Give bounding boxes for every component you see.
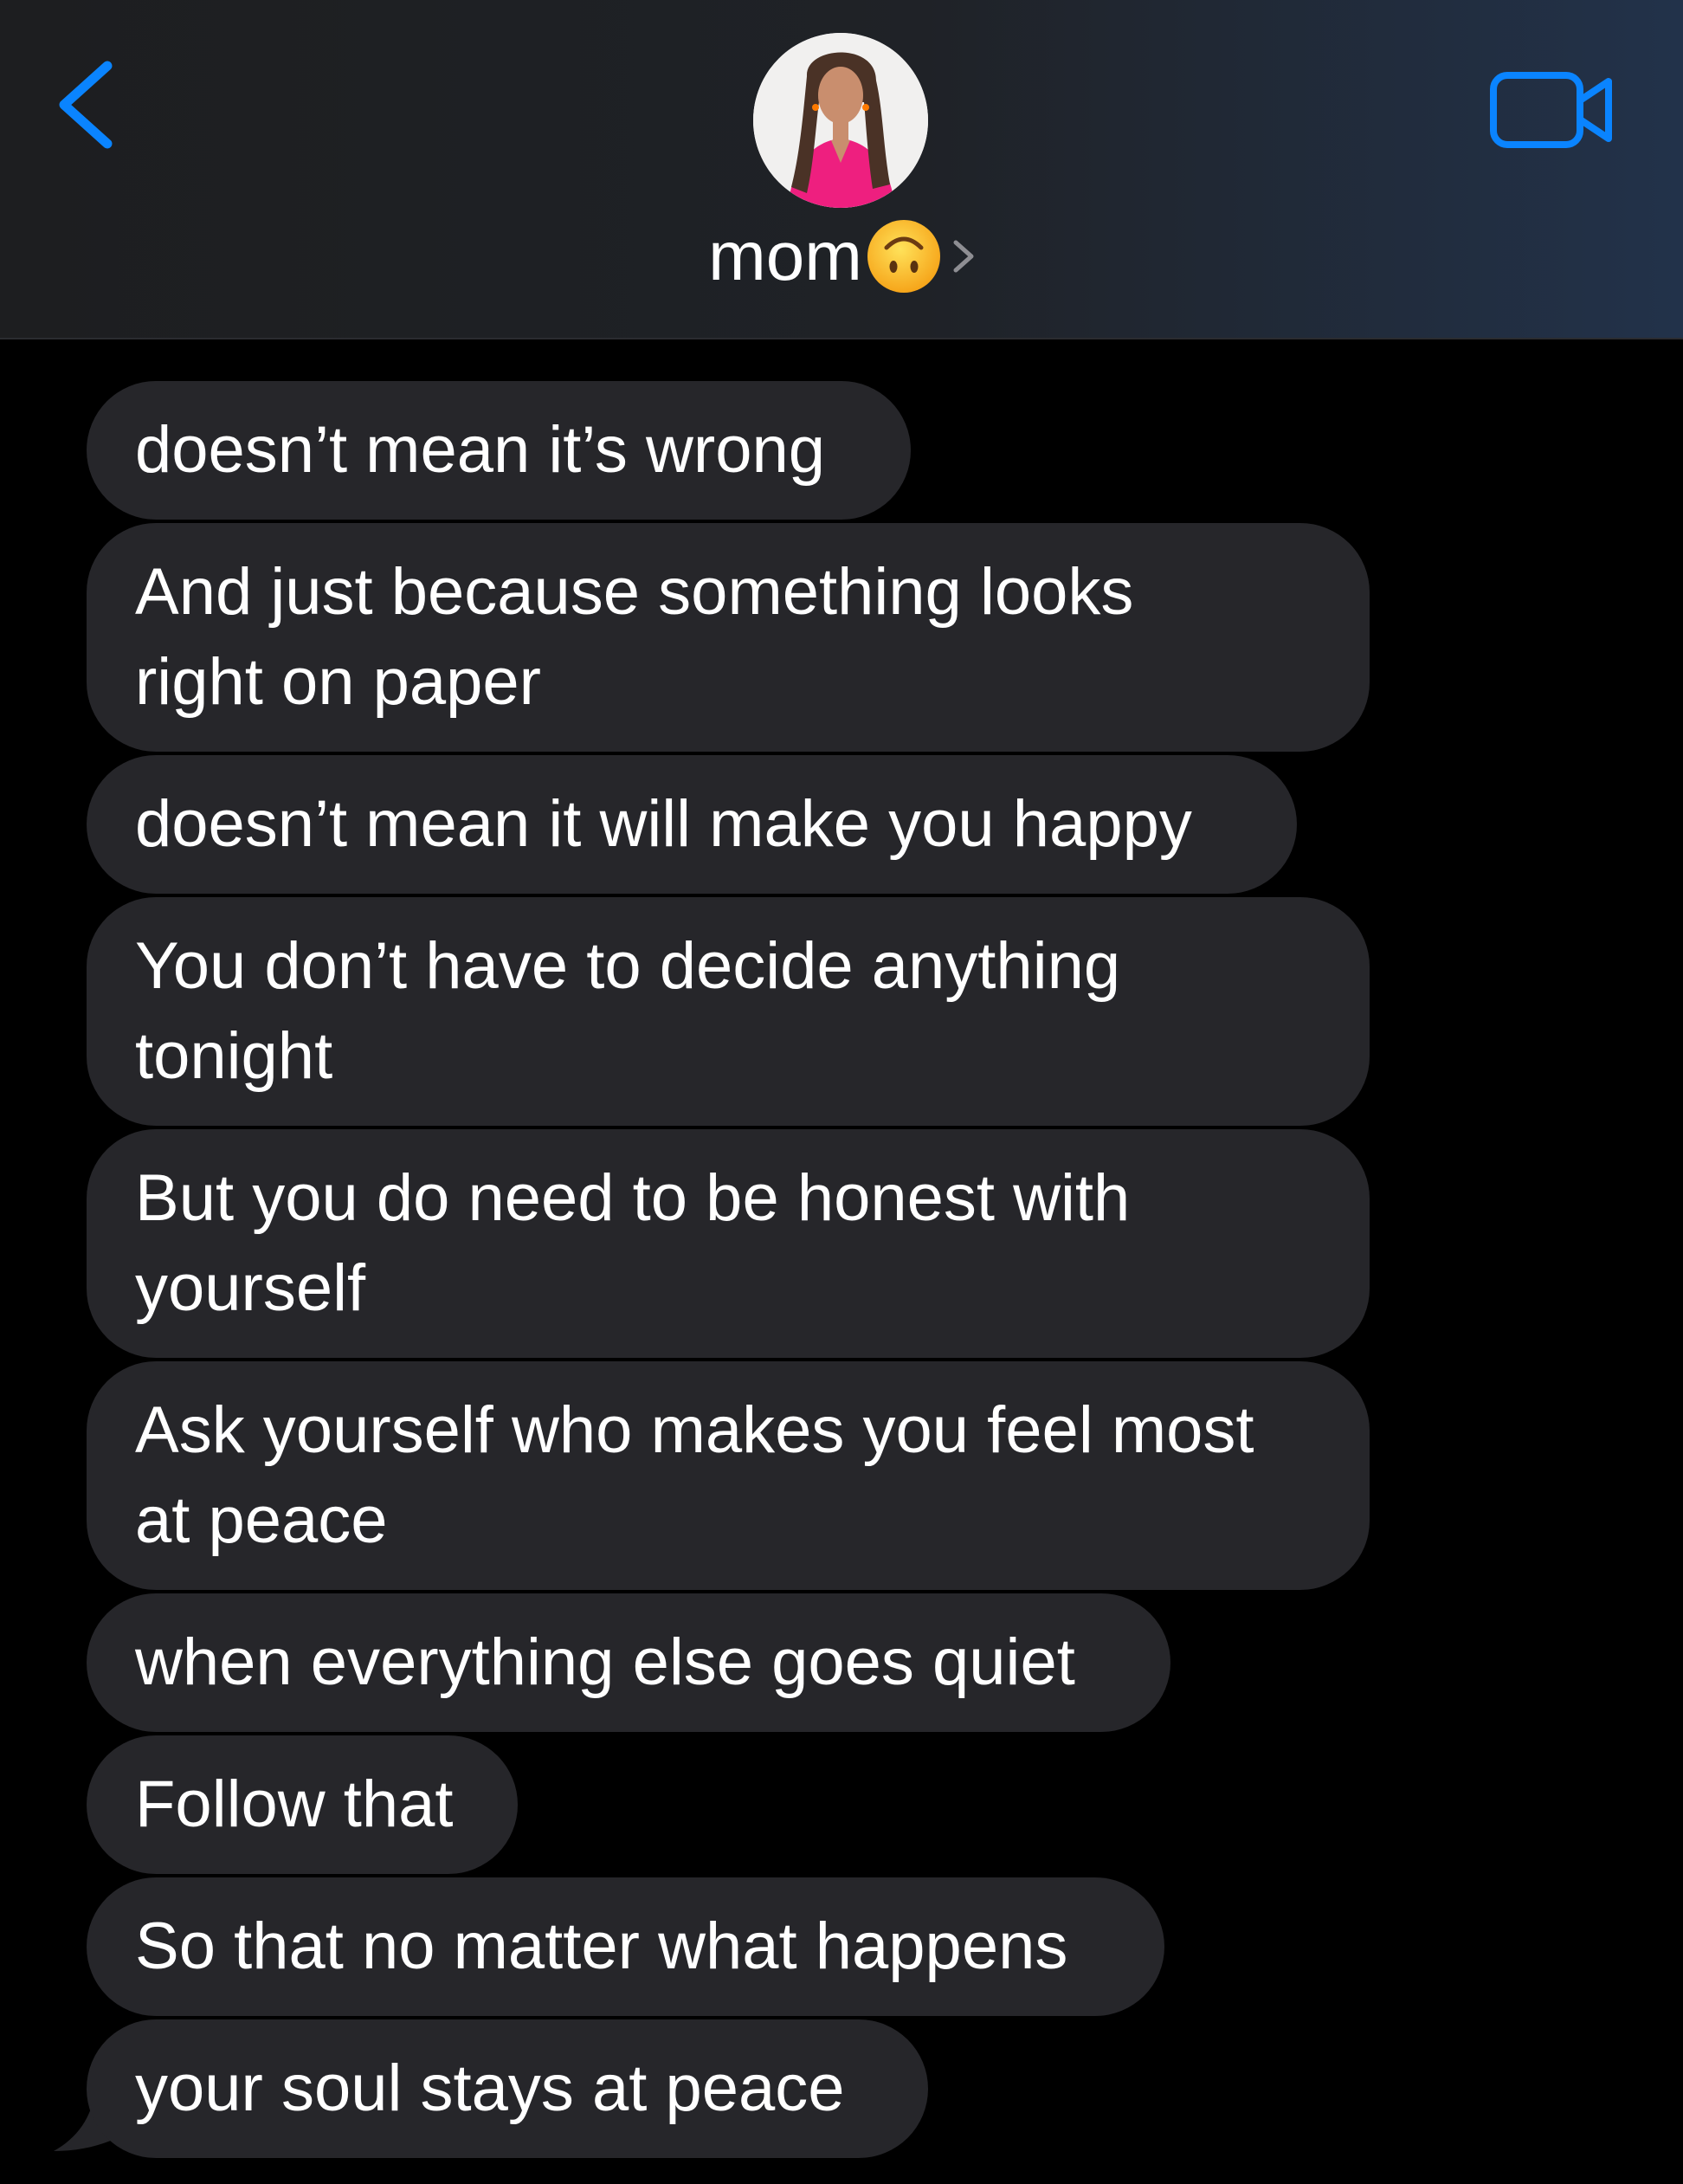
- contact-name: mom: [708, 217, 862, 294]
- chevron-right-icon: [949, 230, 978, 282]
- back-button[interactable]: [54, 57, 123, 152]
- message-text-line: So that no matter what happens: [135, 1909, 1068, 1983]
- chevron-left-icon: [59, 61, 113, 149]
- message-bubble[interactable]: when everything else goes quiet: [87, 1593, 1170, 1732]
- message-text-line: But you do need to be honest with: [135, 1161, 1131, 1235]
- video-call-button[interactable]: [1487, 68, 1617, 154]
- message-text-line: when everything else goes quiet: [135, 1625, 1075, 1699]
- message-text-line: Ask yourself who makes you feel most: [135, 1393, 1254, 1467]
- message-text-line: You don’t have to decide anything: [135, 929, 1121, 1003]
- message-text-line: at peace: [135, 1483, 388, 1557]
- conversation-header: mom: [0, 0, 1683, 339]
- message-text-line: tonight: [135, 1019, 333, 1093]
- video-camera-icon: [1490, 72, 1612, 148]
- message-text-line: doesn’t mean it’s wrong: [135, 413, 826, 487]
- message-bubble[interactable]: your soul stays at peace: [87, 2019, 928, 2158]
- message-bubble[interactable]: doesn’t mean it will make you happy: [87, 755, 1297, 894]
- message-bubble[interactable]: doesn’t mean it’s wrong: [87, 381, 911, 520]
- contact-name-button[interactable]: mom: [0, 213, 1683, 300]
- upside-down-face-emoji-icon: [866, 218, 942, 294]
- contact-avatar[interactable]: [753, 33, 928, 208]
- message-bubble[interactable]: But you do need to be honest with yourse…: [87, 1129, 1370, 1358]
- message-bubble[interactable]: You don’t have to decide anything tonigh…: [87, 897, 1370, 1126]
- message-text-line: yourself: [135, 1251, 366, 1325]
- avatar-photo: [753, 33, 928, 208]
- message-bubble[interactable]: Follow that: [87, 1735, 518, 1874]
- message-bubble[interactable]: So that no matter what happens: [87, 1877, 1164, 2016]
- message-bubble[interactable]: Ask yourself who makes you feel most at …: [87, 1361, 1370, 1590]
- message-text-line: right on paper: [135, 645, 541, 719]
- message-text-line: And just because something looks: [135, 555, 1134, 629]
- message-text-line: Follow that: [135, 1767, 454, 1841]
- message-bubble[interactable]: And just because something looks right o…: [87, 523, 1370, 752]
- message-text-line: doesn’t mean it will make you happy: [135, 787, 1192, 861]
- message-text-line: your soul stays at peace: [135, 2052, 845, 2125]
